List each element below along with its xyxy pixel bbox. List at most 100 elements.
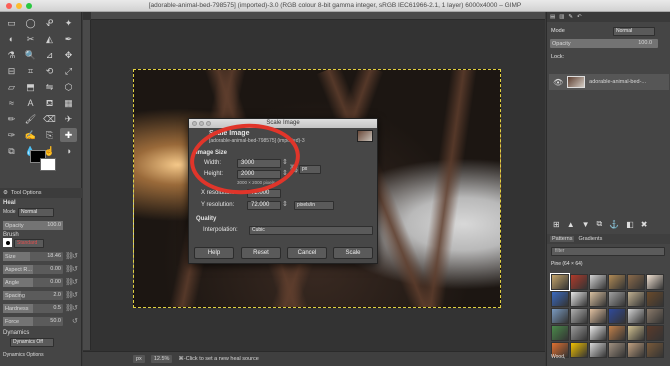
paths-tool-icon[interactable]: ✒ xyxy=(60,32,77,46)
pattern-swatch[interactable] xyxy=(570,308,588,324)
hardness-slider[interactable]: Hardness 0.5 ⛓ ↺ xyxy=(3,304,79,313)
paintbrush-tool-icon[interactable]: 🖌 xyxy=(22,112,39,126)
mypaint-brush-tool-icon[interactable]: ✍ xyxy=(22,128,39,142)
blend-tool-icon[interactable]: ▦ xyxy=(60,96,77,110)
pattern-swatch[interactable] xyxy=(646,308,664,324)
size-unit-select[interactable]: px xyxy=(299,165,321,174)
resolution-unit-select[interactable]: pixels/in xyxy=(294,201,334,210)
chain-icon[interactable]: ⛓ xyxy=(65,265,74,274)
by-color-select-tool-icon[interactable]: ◐ xyxy=(3,32,20,46)
clone-tool-icon[interactable]: ⎘ xyxy=(41,128,58,142)
text-tool-icon[interactable]: A xyxy=(22,96,39,110)
brush-preview[interactable] xyxy=(3,238,12,247)
background-color-swatch[interactable] xyxy=(40,158,56,171)
heal-tool-icon[interactable]: ✚ xyxy=(60,128,77,142)
reset-icon[interactable]: ↺ xyxy=(72,278,79,287)
airbrush-tool-icon[interactable]: ✈ xyxy=(60,112,77,126)
color-picker-tool-icon[interactable]: ⚗ xyxy=(3,48,20,62)
chain-icon[interactable]: ⛓ xyxy=(65,304,74,313)
align-tool-icon[interactable]: ⊟ xyxy=(3,64,20,78)
force-slider[interactable]: Force 50.0 ↺ xyxy=(3,317,79,326)
reset-icon[interactable]: ↺ xyxy=(72,317,79,326)
tab-gradients[interactable]: Gradients xyxy=(578,236,602,242)
reset-icon[interactable]: ↺ xyxy=(72,265,79,274)
pattern-swatch[interactable] xyxy=(608,325,626,341)
reset-icon[interactable]: ↺ xyxy=(72,291,79,300)
undo-tab-icon[interactable]: ↶ xyxy=(577,14,582,20)
flip-tool-icon[interactable]: ⇋ xyxy=(41,80,58,94)
measure-tool-icon[interactable]: ⊿ xyxy=(41,48,58,62)
pattern-swatch[interactable] xyxy=(627,274,645,290)
y-resolution-input[interactable]: 72.000 xyxy=(247,201,281,210)
horizontal-ruler[interactable] xyxy=(91,12,545,20)
rect-select-tool-icon[interactable]: ▭ xyxy=(3,16,20,30)
pattern-swatch[interactable] xyxy=(627,342,645,358)
layer-row[interactable]: 👁 adorable-animal-bed-... xyxy=(549,74,669,90)
eye-icon[interactable]: 👁 xyxy=(553,78,563,87)
brush-select[interactable]: Standard xyxy=(14,239,44,248)
new-layer-icon[interactable]: ⊞ xyxy=(553,220,560,229)
move-tool-icon[interactable]: ✥ xyxy=(60,48,77,62)
vertical-ruler[interactable] xyxy=(83,20,91,350)
pattern-swatch[interactable] xyxy=(646,325,664,341)
delete-layer-icon[interactable]: ✖ xyxy=(641,220,648,229)
layer-mask-icon[interactable]: ◧ xyxy=(626,220,634,229)
pattern-swatch[interactable] xyxy=(570,342,588,358)
crop-tool-icon[interactable]: ⌗ xyxy=(22,64,39,78)
dialog-close-button[interactable] xyxy=(192,121,197,126)
pattern-swatch[interactable] xyxy=(550,273,570,291)
channels-tab-icon[interactable]: ▥ xyxy=(559,14,564,20)
ellipse-select-tool-icon[interactable]: ◯ xyxy=(22,16,39,30)
reset-icon[interactable]: ↺ xyxy=(72,252,79,261)
cage-tool-icon[interactable]: ⬡ xyxy=(60,80,77,94)
scissors-tool-icon[interactable]: ✂ xyxy=(22,32,39,46)
pattern-swatch[interactable] xyxy=(627,308,645,324)
free-select-tool-icon[interactable]: ᕵ xyxy=(41,16,58,30)
dialog-minimize-button[interactable] xyxy=(199,121,204,126)
shear-tool-icon[interactable]: ▱ xyxy=(3,80,20,94)
layer-name[interactable]: adorable-animal-bed-... xyxy=(589,79,646,85)
pattern-swatch[interactable] xyxy=(627,291,645,307)
zoom-tool-icon[interactable]: 🔍 xyxy=(22,48,39,62)
anchor-layer-icon[interactable]: ⚓ xyxy=(609,220,619,229)
bucket-fill-tool-icon[interactable]: ⛾ xyxy=(41,96,58,110)
pattern-swatch[interactable] xyxy=(570,325,588,341)
pattern-swatch[interactable] xyxy=(589,342,607,358)
duplicate-layer-icon[interactable]: ⧉ xyxy=(597,219,603,229)
chain-icon[interactable]: ⛓ xyxy=(65,291,74,300)
tab-patterns[interactable]: Patterns xyxy=(550,236,575,242)
zoom-select[interactable]: 12.5% xyxy=(150,355,173,363)
fuzzy-select-tool-icon[interactable]: ✦ xyxy=(60,16,77,30)
pattern-swatch[interactable] xyxy=(589,274,607,290)
opacity-slider[interactable]: Opacity 100.0 xyxy=(3,221,79,230)
size-slider[interactable]: Size 18.46 ⛓ ↺ xyxy=(3,252,79,261)
chain-icon[interactable]: ⛓ xyxy=(65,278,74,287)
scale-tool-icon[interactable]: ⤢ xyxy=(60,64,77,78)
pencil-tool-icon[interactable]: ✏ xyxy=(3,112,20,126)
pattern-swatch[interactable] xyxy=(608,291,626,307)
pattern-swatch[interactable] xyxy=(589,308,607,324)
perspective-clone-tool-icon[interactable]: ⧉ xyxy=(3,144,20,158)
pattern-swatch[interactable] xyxy=(589,325,607,341)
pattern-swatch[interactable] xyxy=(646,274,664,290)
foreground-select-tool-icon[interactable]: ◭ xyxy=(41,32,58,46)
aspect-ratio-slider[interactable]: Aspect R... 0.00 ⛓ ↺ xyxy=(3,265,79,274)
pattern-swatch[interactable] xyxy=(551,291,569,307)
mode-select[interactable]: Normal xyxy=(18,208,54,217)
pattern-swatch[interactable] xyxy=(608,308,626,324)
pattern-filter-input[interactable]: filter xyxy=(551,247,665,256)
pattern-swatch[interactable] xyxy=(646,342,664,358)
resolution-stepper[interactable]: ⇕ xyxy=(282,200,288,208)
eraser-tool-icon[interactable]: ⌫ xyxy=(41,112,58,126)
angle-slider[interactable]: Angle 0.00 ⛓ ↺ xyxy=(3,278,79,287)
pattern-swatch[interactable] xyxy=(589,291,607,307)
unit-select[interactable]: px xyxy=(133,355,145,363)
pattern-swatch[interactable] xyxy=(627,325,645,341)
paths-tab-icon[interactable]: ✎ xyxy=(568,14,573,20)
rotate-tool-icon[interactable]: ⟲ xyxy=(41,64,58,78)
pattern-swatch[interactable] xyxy=(570,274,588,290)
scale-button[interactable]: Scale xyxy=(333,247,373,259)
spacing-slider[interactable]: Spacing 2.0 ⛓ ↺ xyxy=(3,291,79,300)
chain-icon[interactable]: ⛓ xyxy=(65,252,74,261)
perspective-tool-icon[interactable]: ⬒ xyxy=(22,80,39,94)
